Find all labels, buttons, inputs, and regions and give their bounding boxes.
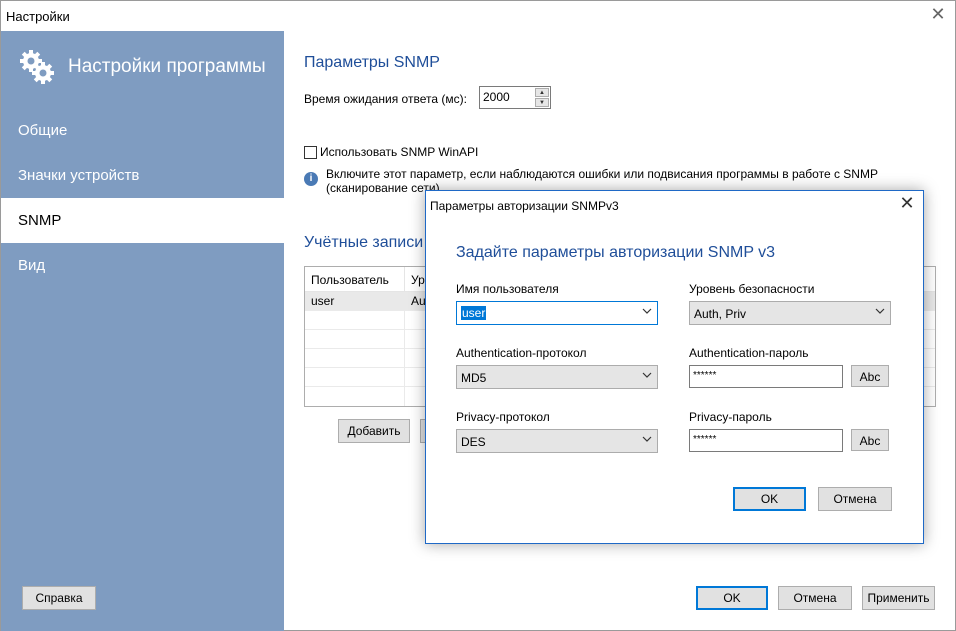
auth-protocol-value: MD5 [461,371,487,385]
dialog-ok-button[interactable]: OK [733,487,806,511]
sidebar-item-snmp[interactable]: SNMP [1,198,284,243]
ok-button[interactable]: OK [696,586,768,610]
auth-password-field[interactable]: ****** [689,365,843,388]
cell-user: user [311,294,335,308]
privacy-password-label: Privacy-пароль [689,410,772,424]
username-label: Имя пользователя [456,282,559,296]
add-button[interactable]: Добавить [338,419,410,443]
chevron-down-icon[interactable] [642,370,652,380]
dialog-heading: Задайте параметры авторизации SNMP v3 [456,244,776,261]
info-icon: i [304,172,318,186]
timeout-spinbox[interactable]: 2000 ▲ ▼ [479,86,551,109]
winapi-option[interactable]: Использовать SNMP WinAPI [304,145,478,159]
security-level-label: Уровень безопасности [689,282,815,296]
chevron-down-icon[interactable] [642,434,652,444]
timeout-label: Время ожидания ответа (мс): [304,92,467,106]
column-header-level[interactable]: Ур [411,273,425,287]
privacy-protocol-value: DES [461,435,486,449]
winapi-label: Использовать SNMP WinAPI [320,145,479,159]
username-value: user [461,306,487,320]
apply-button[interactable]: Применить [862,586,935,610]
dialog-title-bar: Параметры авторизации SNMPv3 ✕ [426,191,923,219]
cancel-button[interactable]: Отмена [778,586,852,610]
auth-password-label: Authentication-пароль [689,346,809,360]
gears-icon [20,50,54,84]
sidebar-item-view[interactable]: Вид [1,243,284,288]
auth-protocol-label: Authentication-протокол [456,346,587,360]
help-button[interactable]: Справка [22,586,96,610]
timeout-value: 2000 [483,90,510,104]
username-combo[interactable]: user [456,301,658,325]
snmp-section-title: Параметры SNMP [304,54,440,71]
security-level-select[interactable]: Auth, Priv [689,301,891,325]
close-icon[interactable]: ✕ [927,4,949,26]
auth-protocol-select[interactable]: MD5 [456,365,658,389]
window-title: Настройки [6,9,70,24]
accounts-section-title: Учётные записи S [304,234,439,251]
close-icon[interactable]: ✕ [897,192,917,213]
privacy-protocol-label: Privacy-протокол [456,410,550,424]
winapi-checkbox[interactable] [304,145,317,159]
sidebar-title: Настройки программы [68,56,266,77]
chevron-down-icon[interactable] [875,306,885,316]
show-privacy-password-button[interactable]: Abc [851,429,889,451]
spin-up-icon[interactable]: ▲ [535,88,549,97]
sidebar-header: Настройки программы [19,49,266,85]
sidebar-item-device-icons[interactable]: Значки устройств [1,153,284,198]
chevron-down-icon[interactable] [642,306,652,316]
sidebar-item-general[interactable]: Общие [1,108,284,153]
privacy-protocol-select[interactable]: DES [456,429,658,453]
sidebar: Настройки программы Общие Значки устройс… [1,31,284,631]
privacy-password-field[interactable]: ****** [689,429,843,452]
title-bar: Настройки ✕ [1,1,955,31]
dialog-cancel-button[interactable]: Отмена [818,487,892,511]
cell-level: Au [411,294,426,308]
snmpv3-auth-dialog: Параметры авторизации SNMPv3 ✕ Задайте п… [425,190,924,544]
spin-down-icon[interactable]: ▼ [535,98,549,107]
show-auth-password-button[interactable]: Abc [851,365,889,387]
hint-line-1: Включите этот параметр, если наблюдаются… [326,167,878,181]
security-level-value: Auth, Priv [694,307,747,321]
dialog-title: Параметры авторизации SNMPv3 [430,199,619,213]
column-header-user[interactable]: Пользователь [311,273,389,287]
